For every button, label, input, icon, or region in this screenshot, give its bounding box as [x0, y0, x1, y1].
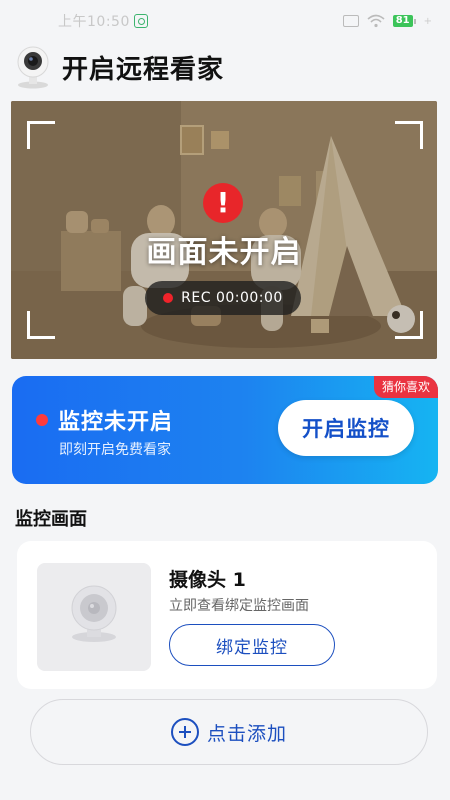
nfc-icon	[342, 15, 359, 27]
app-notification-icon	[133, 14, 148, 28]
frame-corner-top-right	[395, 121, 423, 149]
camera-preview[interactable]: ! 画面未开启 REC 00:00:00	[11, 101, 437, 359]
page-title: 开启远程看家	[62, 54, 225, 85]
battery-icon: 81	[392, 15, 416, 27]
rec-label: REC 00:00:00	[181, 290, 283, 306]
plus-circle-icon	[170, 718, 199, 746]
add-label: 点击添加	[206, 722, 287, 745]
promo-title: 监控未开启	[58, 410, 174, 435]
charging-icon: +	[423, 15, 432, 27]
rec-dot-icon	[163, 293, 174, 303]
page-header: 开启远程看家	[14, 44, 224, 90]
camera-name: 摄像头 1	[169, 569, 246, 591]
preview-status-text: 画面未开启	[146, 235, 302, 270]
webcam-icon	[71, 585, 117, 642]
camera-description: 立即查看绑定监控画面	[169, 598, 309, 614]
status-bar: 上午10:50 81 +	[0, 0, 450, 42]
section-title: 监控画面	[15, 509, 87, 530]
camera-thumbnail	[37, 563, 151, 671]
battery-level: 81	[392, 15, 413, 27]
promo-subtitle: 即刻开启免费看家	[59, 442, 171, 458]
status-time: 上午10:50	[58, 14, 130, 30]
start-monitor-button[interactable]: 开启监控	[278, 400, 414, 456]
frame-corner-top-left	[27, 121, 55, 149]
bind-monitor-button[interactable]: 绑定监控	[169, 624, 335, 666]
add-camera-button[interactable]: 点击添加	[30, 699, 428, 765]
rec-timer: REC 00:00:00	[145, 281, 301, 315]
frame-corner-bottom-left	[27, 311, 55, 339]
monitor-promo-card[interactable]: 猜你喜欢 监控未开启 即刻开启免费看家 开启监控	[12, 376, 438, 484]
status-dot-icon	[36, 414, 48, 426]
status-indicators: 81 +	[342, 14, 432, 28]
frame-corner-bottom-right	[395, 311, 423, 339]
promo-tag: 猜你喜欢	[373, 376, 438, 398]
exclamation-icon: !	[203, 183, 243, 223]
wifi-icon	[367, 14, 385, 28]
security-camera-icon	[17, 46, 49, 89]
camera-card[interactable]: 摄像头 1 立即查看绑定监控画面 绑定监控	[17, 541, 437, 689]
